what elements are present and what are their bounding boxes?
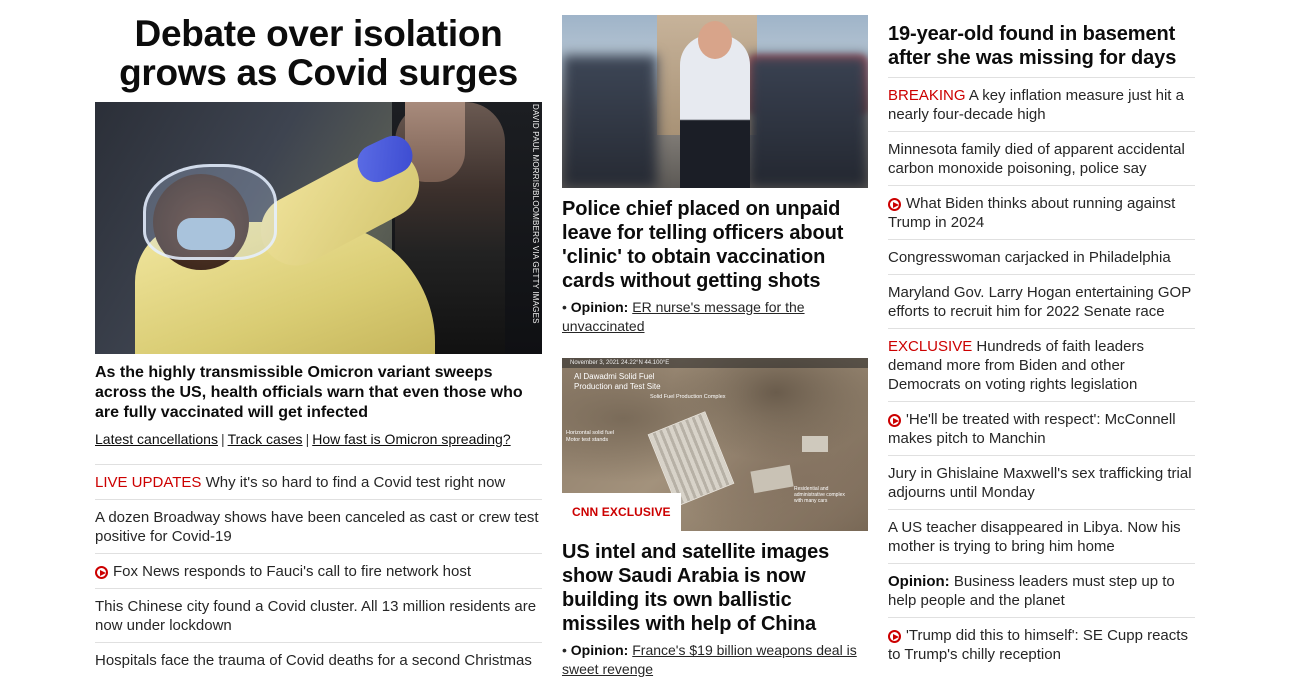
play-circle-icon: [888, 414, 901, 427]
opinion-label: Opinion:: [570, 299, 629, 315]
list-item[interactable]: Opinion: Business leaders must step up t…: [888, 563, 1195, 617]
related-separator: |: [305, 431, 310, 447]
story-headline[interactable]: Police chief placed on unpaid leave for …: [562, 197, 868, 293]
opinion-line: • Opinion: ER nurse's message for the un…: [562, 298, 868, 336]
list-item-text: 'He'll be treated with respect': McConne…: [888, 411, 1176, 447]
kicker-live-updates: LIVE UPDATES: [95, 474, 202, 491]
kicker-breaking: BREAKING: [888, 87, 966, 104]
list-item-text: Fox News responds to Fauci's call to fir…: [113, 563, 472, 580]
list-item[interactable]: This Chinese city found a Covid cluster.…: [95, 588, 542, 642]
cnn-exclusive-badge: CNN EXCLUSIVE: [562, 493, 681, 531]
list-item-link[interactable]: Opinion: Business leaders must step up t…: [888, 573, 1175, 609]
related-link-track-cases[interactable]: Track cases: [228, 431, 303, 447]
lead-column: Debate over isolation grows as Covid sur…: [95, 0, 542, 677]
list-item-link[interactable]: What Biden thinks about running against …: [888, 195, 1175, 231]
opinion-label: Opinion:: [570, 642, 629, 658]
list-item-link[interactable]: A US teacher disappeared in Libya. Now h…: [888, 519, 1181, 555]
side-headline-link[interactable]: 19-year-old found in basement after she …: [888, 23, 1176, 69]
list-item-link[interactable]: BREAKING A key inflation measure just hi…: [888, 87, 1184, 123]
lead-headline[interactable]: Debate over isolation grows as Covid sur…: [95, 14, 542, 92]
list-item-link[interactable]: A dozen Broadway shows have been cancele…: [95, 509, 539, 545]
story-headline-link[interactable]: US intel and satellite images show Saudi…: [562, 541, 829, 635]
list-item-link[interactable]: LIVE UPDATES Why it's so hard to find a …: [95, 474, 505, 491]
list-item-link[interactable]: 'He'll be treated with respect': McConne…: [888, 411, 1176, 447]
right-column: 19-year-old found in basement after she …: [888, 0, 1195, 671]
list-item-text: 'Trump did this to himself': SE Cupp rea…: [888, 627, 1188, 663]
kicker-exclusive: EXCLUSIVE: [888, 338, 973, 355]
image-officer-head: [698, 21, 732, 59]
police-chief-image[interactable]: [562, 15, 868, 188]
list-item[interactable]: Hospitals face the trauma of Covid death…: [95, 642, 542, 677]
related-links: Latest cancellations | Track cases | How fas…: [95, 430, 542, 448]
list-item-link[interactable]: 'Trump did this to himself': SE Cupp rea…: [888, 627, 1188, 663]
list-item[interactable]: LIVE UPDATES Why it's so hard to find a …: [95, 464, 542, 499]
list-item[interactable]: 'He'll be treated with respect': McConne…: [888, 401, 1195, 455]
image-pad: [750, 464, 794, 494]
story-headline[interactable]: US intel and satellite images show Saudi…: [562, 540, 868, 636]
play-circle-icon: [888, 630, 901, 643]
hero-headline-link[interactable]: As the highly transmissible Omicron vari…: [95, 364, 523, 421]
play-circle-icon: [888, 198, 901, 211]
list-item-link[interactable]: EXCLUSIVE Hundreds of faith leaders dema…: [888, 338, 1144, 393]
bullet: •: [562, 642, 567, 658]
middle-column: Police chief placed on unpaid leave for …: [562, 0, 868, 679]
hero-headline[interactable]: As the highly transmissible Omicron vari…: [95, 363, 542, 423]
list-item[interactable]: Jury in Ghislaine Maxwell's sex traffick…: [888, 455, 1195, 509]
list-item[interactable]: BREAKING A key inflation measure just hi…: [888, 77, 1195, 131]
story-headline-link[interactable]: Police chief placed on unpaid leave for …: [562, 198, 843, 292]
list-item[interactable]: Fox News responds to Fauci's call to fir…: [95, 553, 542, 588]
image-pad: [802, 436, 828, 452]
hero-image[interactable]: DAVID PAUL MORRIS/BLOOMBERG VIA GETTY IM…: [95, 102, 542, 354]
related-separator: |: [220, 431, 225, 447]
opinion-line: • Opinion: France's $19 billion weapons …: [562, 641, 868, 679]
list-item-link[interactable]: Fox News responds to Fauci's call to fir…: [95, 563, 471, 580]
hero-image-mask: [177, 218, 235, 250]
list-item-link[interactable]: Jury in Ghislaine Maxwell's sex traffick…: [888, 465, 1192, 501]
related-link-cancellations[interactable]: Latest cancellations: [95, 431, 218, 447]
list-item-text: What Biden thinks about running against …: [888, 195, 1176, 231]
image-blurred-person: [748, 55, 868, 188]
lead-headline-link[interactable]: Debate over isolation grows as Covid sur…: [119, 13, 518, 93]
related-link-omicron-spread[interactable]: How fast is Omicron spreading?: [312, 431, 510, 447]
list-item-link[interactable]: This Chinese city found a Covid cluster.…: [95, 598, 536, 634]
list-item-link[interactable]: Hospitals face the trauma of Covid death…: [95, 652, 532, 669]
image-label-residential: Residential and administrative complex w…: [794, 486, 845, 504]
image-label-test-stands: Horizontal solid fuel Motor test stands: [566, 430, 614, 443]
list-item[interactable]: Congresswoman carjacked in Philadelphia: [888, 239, 1195, 274]
bullet: •: [562, 299, 567, 315]
list-item-link[interactable]: Minnesota family died of apparent accide…: [888, 141, 1185, 177]
kicker-opinion: Opinion:: [888, 573, 950, 590]
image-label-site: Al Dawadmi Solid Fuel Production and Tes…: [574, 372, 661, 391]
list-item[interactable]: What Biden thinks about running against …: [888, 185, 1195, 239]
lead-story-list: LIVE UPDATES Why it's so hard to find a …: [95, 464, 542, 677]
list-item[interactable]: EXCLUSIVE Hundreds of faith leaders dema…: [888, 328, 1195, 401]
image-blurred-person: [562, 55, 657, 188]
list-item-text: Why it's so hard to find a Covid test ri…: [205, 474, 506, 491]
list-item-link[interactable]: Maryland Gov. Larry Hogan entertaining G…: [888, 284, 1191, 320]
list-item[interactable]: A US teacher disappeared in Libya. Now h…: [888, 509, 1195, 563]
image-caption-bar: November 3, 2021 24.22°N 44.100°E: [562, 358, 868, 368]
play-circle-icon: [95, 566, 108, 579]
photo-credit: DAVID PAUL MORRIS/BLOOMBERG VIA GETTY IM…: [531, 104, 540, 324]
list-item[interactable]: Minnesota family died of apparent accide…: [888, 131, 1195, 185]
list-item-link[interactable]: Congresswoman carjacked in Philadelphia: [888, 249, 1171, 266]
list-item[interactable]: A dozen Broadway shows have been cancele…: [95, 499, 542, 553]
side-headline[interactable]: 19-year-old found in basement after she …: [888, 22, 1195, 70]
list-item[interactable]: Maryland Gov. Larry Hogan entertaining G…: [888, 274, 1195, 328]
list-item[interactable]: 'Trump did this to himself': SE Cupp rea…: [888, 617, 1195, 671]
image-label-complex: Solid Fuel Production Complex: [650, 394, 726, 400]
satellite-image[interactable]: November 3, 2021 24.22°N 44.100°E Al Daw…: [562, 358, 868, 531]
right-story-list: BREAKING A key inflation measure just hi…: [888, 77, 1195, 671]
